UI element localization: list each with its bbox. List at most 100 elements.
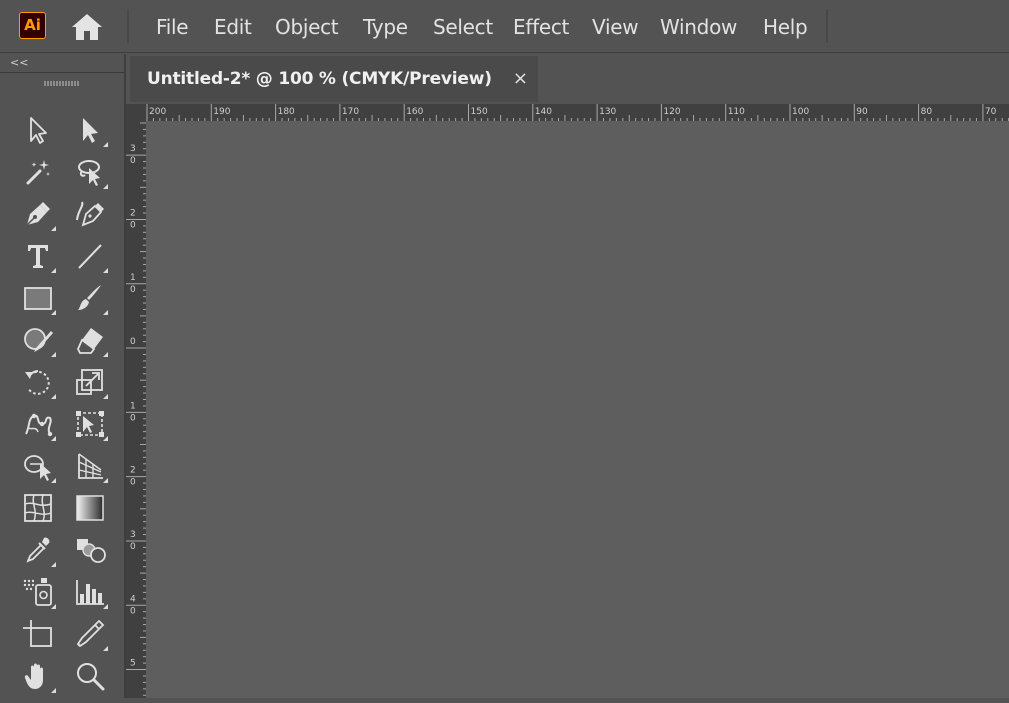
tool-group-indicator [103, 310, 108, 315]
tool-group-indicator [51, 478, 56, 483]
menu-view[interactable]: View [592, 13, 639, 41]
menu-file[interactable]: File [156, 13, 189, 41]
free-transform-tool[interactable] [70, 405, 110, 443]
zoom-tool-icon [77, 663, 105, 691]
close-tab-icon[interactable]: × [513, 56, 528, 102]
selection-tool[interactable] [18, 111, 58, 149]
rectangle-tool[interactable] [18, 279, 58, 317]
home-icon [72, 14, 102, 40]
tool-group-indicator [51, 688, 56, 693]
type-tool[interactable] [18, 237, 58, 275]
lasso-tool-icon [78, 160, 100, 186]
menu-object[interactable]: Object [275, 13, 339, 41]
tool-group-indicator [51, 268, 56, 273]
tool-group-indicator [103, 478, 108, 483]
mesh-tool-icon [24, 494, 52, 522]
ruler-label: 130 [599, 107, 616, 117]
tool-group-indicator [103, 184, 108, 189]
menu-type[interactable]: Type [363, 13, 408, 41]
slice-tool-icon [76, 619, 105, 648]
menu-edit[interactable]: Edit [214, 13, 252, 41]
ruler-label: 180 [278, 107, 295, 117]
line-segment-tool-icon [78, 244, 102, 269]
eraser-tool[interactable] [70, 321, 110, 359]
tool-group-indicator [103, 268, 108, 273]
puppet-warp-tool[interactable] [18, 405, 58, 443]
free-transform-tool-icon [76, 411, 104, 437]
symbol-sprayer-tool[interactable] [18, 573, 58, 611]
ruler-label: 80 [921, 107, 933, 117]
menu-bar: Ai File Edit Object Type Select Effect V… [0, 0, 1009, 53]
tool-group-indicator [51, 226, 56, 231]
tool-group-indicator [51, 310, 56, 315]
zoom-tool[interactable] [70, 657, 110, 695]
document-area: Untitled-2* @ 100 % (CMYK/Preview) × 200… [126, 54, 1009, 698]
shaper-tool[interactable] [18, 321, 58, 359]
panel-grip-handle[interactable] [44, 81, 80, 86]
tool-group-indicator [103, 394, 108, 399]
menu-help[interactable]: Help [763, 13, 808, 41]
ruler-label: 170 [342, 107, 359, 117]
perspective-grid-tool[interactable] [70, 447, 110, 485]
gradient-tool[interactable] [70, 489, 110, 527]
pen-tool[interactable] [18, 195, 58, 233]
ruler-label: 120 [663, 107, 680, 117]
perspective-grid-tool-icon [78, 453, 103, 479]
puppet-warp-tool-icon [25, 413, 53, 437]
eraser-tool-icon [77, 328, 103, 354]
pen-tool-icon [26, 202, 50, 226]
app-logo: Ai [19, 12, 46, 39]
eyedropper-tool[interactable] [18, 531, 58, 569]
rectangle-tool-icon [24, 287, 52, 310]
lasso-tool[interactable] [70, 153, 110, 191]
magic-wand-tool-icon [26, 160, 50, 185]
horizontal-ruler[interactable]: 200 190 180 170 160 150 140 130 120 110 100 90 80 70 [146, 104, 1009, 121]
blend-tool[interactable] [70, 531, 110, 569]
artboard-tool-icon [23, 620, 52, 647]
ruler-label: 110 [728, 107, 745, 117]
ruler-label: 200 [149, 107, 166, 117]
ruler-label: 0 [130, 337, 136, 347]
ruler-label: 140 [535, 107, 552, 117]
shape-builder-tool[interactable] [18, 447, 58, 485]
scale-tool-icon [76, 369, 103, 395]
eyedropper-tool-icon [26, 537, 50, 563]
ruler-label: 150 [471, 107, 488, 117]
tool-group-indicator [51, 352, 56, 357]
column-graph-tool[interactable] [70, 573, 110, 611]
artboard-canvas[interactable] [146, 121, 1009, 698]
slice-tool[interactable] [70, 615, 110, 653]
vertical-ruler[interactable]: 3020100102030405 [126, 121, 146, 698]
collapse-panel-button[interactable]: << [10, 56, 28, 70]
menu-select[interactable]: Select [433, 13, 493, 41]
blend-tool-icon [77, 539, 106, 563]
hand-tool[interactable] [18, 657, 58, 695]
menu-effect[interactable]: Effect [513, 13, 569, 41]
panel-divider [0, 72, 126, 73]
ruler-label: 190 [213, 107, 230, 117]
ruler-label: 70 [985, 107, 997, 117]
scale-tool[interactable] [70, 363, 110, 401]
curvature-tool[interactable] [70, 195, 110, 233]
paintbrush-tool[interactable] [70, 279, 110, 317]
direct-selection-tool[interactable] [70, 111, 110, 149]
artboard-tool[interactable] [18, 615, 58, 653]
hand-tool-icon [24, 663, 43, 689]
tool-group-indicator [103, 142, 108, 147]
tool-group-indicator [51, 394, 56, 399]
tool-group-indicator [103, 646, 108, 651]
tools-panel: << [0, 54, 126, 698]
ruler-origin[interactable] [126, 104, 146, 121]
column-graph-tool-icon [76, 580, 104, 605]
home-button[interactable] [69, 11, 105, 43]
line-segment-tool[interactable] [70, 237, 110, 275]
mesh-tool[interactable] [18, 489, 58, 527]
document-tab[interactable]: Untitled-2* @ 100 % (CMYK/Preview) × [130, 56, 538, 102]
rotate-tool[interactable] [18, 363, 58, 401]
rotate-tool-icon [25, 370, 50, 395]
magic-wand-tool[interactable] [18, 153, 58, 191]
menu-separator [826, 9, 828, 43]
shaper-tool-icon [24, 328, 53, 352]
symbol-sprayer-tool-icon [23, 578, 52, 606]
menu-window[interactable]: Window [660, 13, 737, 41]
